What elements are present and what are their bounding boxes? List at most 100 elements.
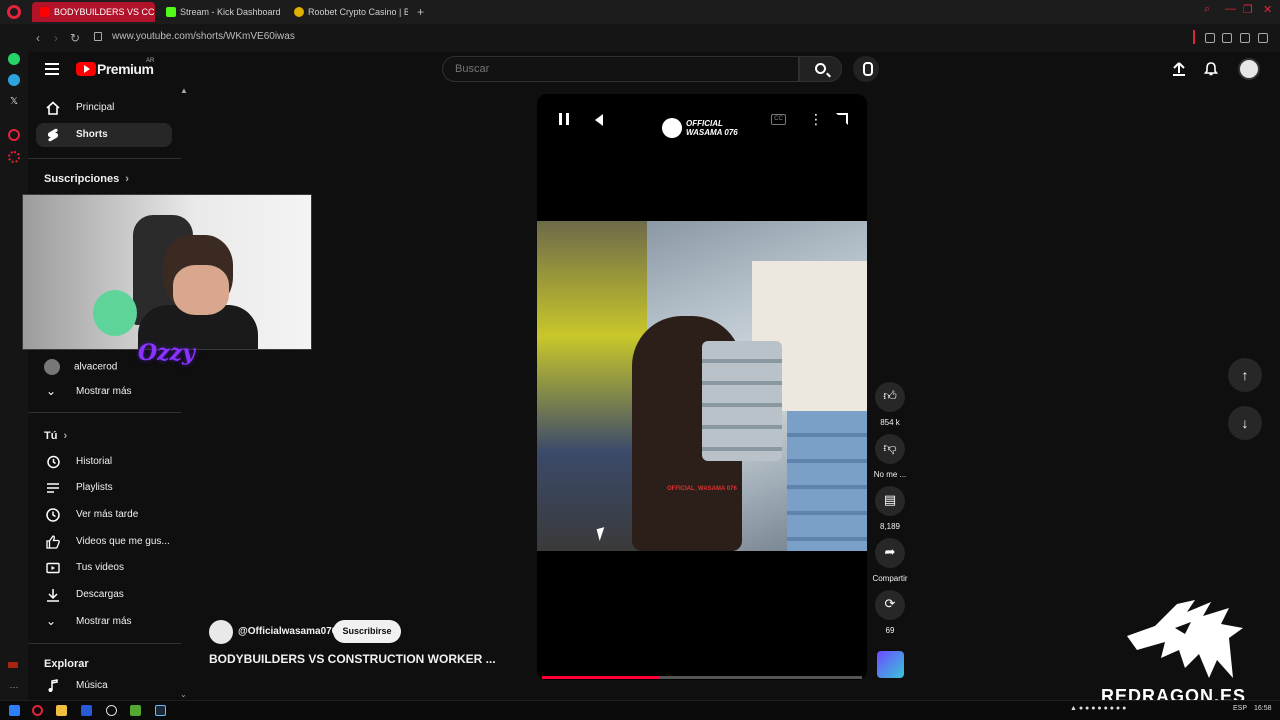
maximize-button[interactable]: ❐ — [1243, 3, 1253, 16]
search-input[interactable] — [442, 56, 799, 82]
show-more-you[interactable]: ⌄ Mostrar más — [36, 610, 172, 634]
thumbs-up-icon: 👍︎ — [875, 382, 905, 412]
dislike-button[interactable]: 👎︎ No me ... — [872, 434, 908, 479]
sound-thumbnail[interactable] — [877, 651, 904, 678]
telegram-icon[interactable] — [8, 74, 20, 86]
sidebar-item-principal[interactable]: Principal — [36, 96, 172, 120]
new-tab-button[interactable]: + — [417, 4, 424, 20]
thumbs-down-icon: 👎︎ — [875, 434, 905, 464]
sidebar-item-label: Tus videos — [76, 562, 124, 573]
obs-icon[interactable] — [106, 705, 117, 716]
subscriptions-label: Suscripciones — [44, 173, 120, 185]
more-options-icon[interactable]: ⋮ — [809, 112, 823, 126]
chevron-right-icon: › — [125, 173, 129, 185]
account-avatar[interactable] — [1238, 58, 1260, 80]
sidebar-item-playlists[interactable]: Playlists — [36, 476, 172, 500]
sidebar-item-label: Ver más tarde — [76, 509, 139, 520]
sidebar-item-label: Principal — [76, 102, 115, 113]
lock-icon — [94, 32, 102, 41]
opera-sidebar: 𝕏 ··· — [0, 52, 28, 700]
share-label: Compartir — [872, 574, 908, 583]
tab-label: Stream - Kick Dashboard — [180, 7, 281, 17]
subscribe-button[interactable]: Suscribirse — [333, 620, 401, 643]
show-more-subscriptions[interactable]: ⌄ Mostrar más — [36, 380, 172, 404]
share-button[interactable]: ➦ Compartir — [872, 538, 908, 583]
language-indicator[interactable]: ESP — [1233, 705, 1247, 712]
next-short-button[interactable]: ↓ — [1228, 406, 1262, 440]
more-sidebar-icon[interactable]: ··· — [8, 682, 20, 694]
youtube-logo-icon[interactable] — [76, 62, 96, 76]
fullscreen-button[interactable] — [836, 113, 848, 125]
previous-short-button[interactable]: ↑ — [1228, 358, 1262, 392]
x-twitter-icon[interactable]: 𝕏 — [8, 96, 20, 108]
upload-icon[interactable] — [1171, 61, 1187, 77]
progress-bar[interactable] — [542, 676, 862, 679]
video-title[interactable]: BODYBUILDERS VS CONSTRUCTION WORKER ... — [209, 652, 496, 666]
channel-avatar[interactable] — [209, 620, 233, 644]
watermark-line-1: OFFICIAL — [686, 119, 723, 128]
comments-button[interactable]: ▤ 8,189 — [872, 486, 908, 531]
channel-name[interactable]: @Officialwasama076 — [238, 626, 337, 637]
remix-button[interactable]: ⟳ 69 — [872, 590, 908, 635]
history-sidebar-icon[interactable] — [8, 129, 20, 141]
gx-icon[interactable] — [8, 662, 18, 668]
sidebar-item-music[interactable]: Música — [36, 674, 172, 698]
close-window-button[interactable]: ✕ — [1263, 3, 1272, 16]
unigram-icon[interactable] — [81, 705, 92, 716]
reload-button[interactable]: ↻ — [70, 30, 80, 46]
clock[interactable]: 16:58 — [1254, 705, 1272, 712]
extensions-icon[interactable] — [1205, 33, 1215, 43]
opera-gx-taskbar-icon[interactable] — [32, 705, 43, 716]
sidebar-item-watch-later[interactable]: Ver más tarde — [36, 503, 172, 527]
volume-button[interactable] — [595, 114, 603, 126]
wallet-icon[interactable] — [1222, 33, 1232, 43]
voice-search-icon[interactable] — [853, 56, 879, 82]
you-heading[interactable]: Tú › — [44, 430, 67, 442]
easy-setup-icon[interactable] — [1258, 33, 1268, 43]
shorts-player[interactable]: OFFICIAL WASAMA 076 CC ⋮ OFFICIAL_WASAMA… — [537, 94, 867, 680]
roobet-favicon-icon — [294, 7, 304, 17]
steam-icon[interactable] — [155, 705, 166, 716]
webcam-face — [173, 265, 229, 315]
opera-logo-icon[interactable] — [7, 5, 21, 19]
sidebar-item-liked-videos[interactable]: Videos que me gus... — [36, 530, 172, 554]
download-icon[interactable] — [1240, 33, 1250, 43]
tab-kick[interactable]: Stream - Kick Dashboard — [158, 2, 283, 22]
settings-sidebar-icon[interactable] — [8, 151, 20, 163]
minimize-button[interactable]: — — [1225, 3, 1236, 15]
tray-icons[interactable]: ▲ ● ● ● ● ● ● ● ● — [1070, 705, 1126, 712]
streamer-tag: Ozzy — [138, 340, 195, 366]
app-taskbar-icon[interactable] — [130, 705, 141, 716]
tab-youtube[interactable]: BODYBUILDERS VS CC — [32, 2, 155, 22]
subscriptions-heading[interactable]: Suscripciones › — [44, 173, 129, 185]
menu-icon[interactable] — [45, 63, 59, 75]
webcam-plush — [93, 290, 137, 336]
sidebar-item-downloads[interactable]: Descargas — [36, 583, 172, 607]
forward-button[interactable]: › — [54, 30, 58, 46]
sidebar-scroll-down-icon[interactable]: ⌄ — [180, 690, 187, 699]
like-button[interactable]: 👍︎ 854 k — [872, 382, 908, 427]
windows-start-icon[interactable] — [9, 705, 20, 716]
pause-button[interactable] — [559, 113, 569, 125]
notifications-bell-icon[interactable] — [1203, 61, 1219, 77]
sidebar-item-your-videos[interactable]: Tus videos — [36, 556, 172, 580]
explore-heading: Explorar — [44, 658, 89, 670]
subscription-alvacerod[interactable]: alvacerod — [44, 359, 117, 375]
url-field[interactable]: www.youtube.com/shorts/WKmVE60iwas — [112, 31, 295, 42]
sidebar-item-shorts[interactable]: Shorts — [36, 123, 172, 147]
country-code: AR — [146, 58, 155, 64]
search-button[interactable] — [799, 56, 842, 82]
redragon-dragon-logo — [1127, 600, 1243, 678]
youtube-premium-wordmark[interactable]: Premium — [97, 61, 154, 77]
sidebar-item-historial[interactable]: Historial — [36, 450, 172, 474]
captions-button[interactable]: CC — [771, 114, 786, 125]
back-button[interactable]: ‹ — [36, 30, 40, 46]
whatsapp-icon[interactable] — [8, 53, 20, 65]
progress-fill — [542, 676, 661, 679]
you-label: Tú — [44, 430, 58, 442]
search-tabs-icon[interactable]: ⌕ — [1204, 3, 1210, 16]
file-explorer-icon[interactable] — [56, 705, 67, 716]
sidebar-scroll-up-icon[interactable]: ▲ — [180, 86, 188, 95]
watermark-line-2: WASAMA 076 — [686, 128, 738, 137]
tab-roobet[interactable]: Roobet Crypto Casino | Be — [286, 2, 408, 22]
